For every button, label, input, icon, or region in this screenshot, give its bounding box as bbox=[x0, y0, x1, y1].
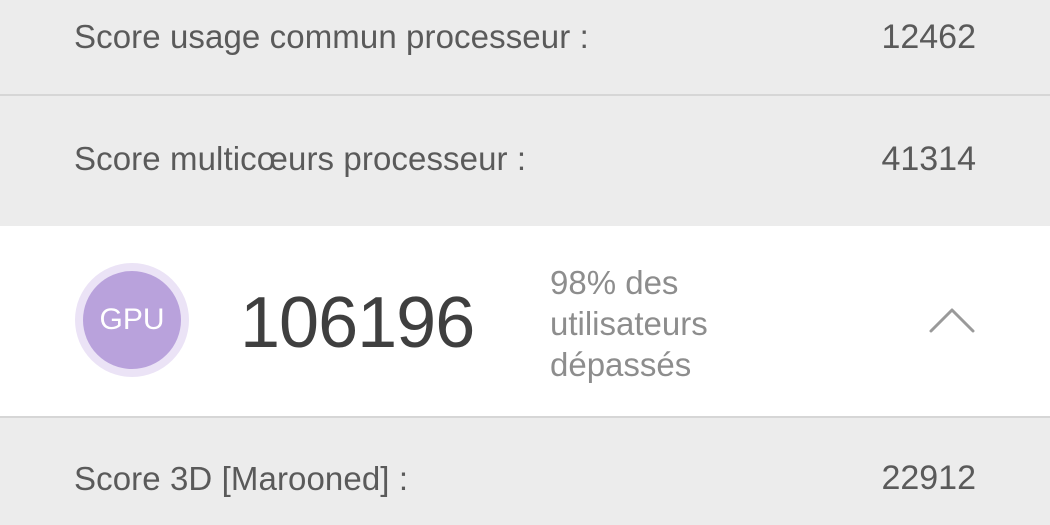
gpu-collapse-toggle[interactable] bbox=[928, 302, 976, 338]
cpu-multi-core-score-label: Score multicœurs processeur : bbox=[74, 140, 527, 177]
gpu-percentile-line: dépassés bbox=[550, 346, 692, 383]
cpu-single-core-score-row: Score usage commun processeur : 12462 bbox=[0, 0, 1050, 96]
gpu-score-value: 106196 bbox=[240, 283, 475, 363]
cpu-multi-core-score-value: 41314 bbox=[881, 139, 976, 178]
gpu-3d-marooned-score-label: Score 3D [Marooned] : bbox=[74, 459, 409, 497]
cpu-multi-core-score-row: Score multicœurs processeur : 41314 bbox=[0, 98, 1050, 226]
gpu-badge-ring: GPU bbox=[75, 263, 189, 377]
gpu-badge: GPU bbox=[83, 271, 181, 369]
gpu-percentile-line: 98% des bbox=[550, 264, 679, 301]
gpu-3d-marooned-score-row: Score 3D [Marooned] : 22912 bbox=[0, 416, 1050, 525]
cpu-single-core-score-value: 12462 bbox=[881, 17, 976, 56]
gpu-percentile-line: utilisateurs bbox=[550, 305, 708, 342]
chevron-up-icon bbox=[929, 308, 975, 333]
cpu-single-core-score-label: Score usage commun processeur : bbox=[74, 18, 589, 55]
gpu-percentile-text: 98% des utilisateurs dépassés bbox=[550, 262, 810, 385]
benchmark-details-screen: Score usage commun processeur : 12462 Sc… bbox=[0, 0, 1050, 525]
gpu-score-card[interactable]: GPU 106196 98% des utilisateurs dépassés bbox=[0, 226, 1050, 416]
gpu-3d-marooned-score-value: 22912 bbox=[881, 459, 976, 497]
